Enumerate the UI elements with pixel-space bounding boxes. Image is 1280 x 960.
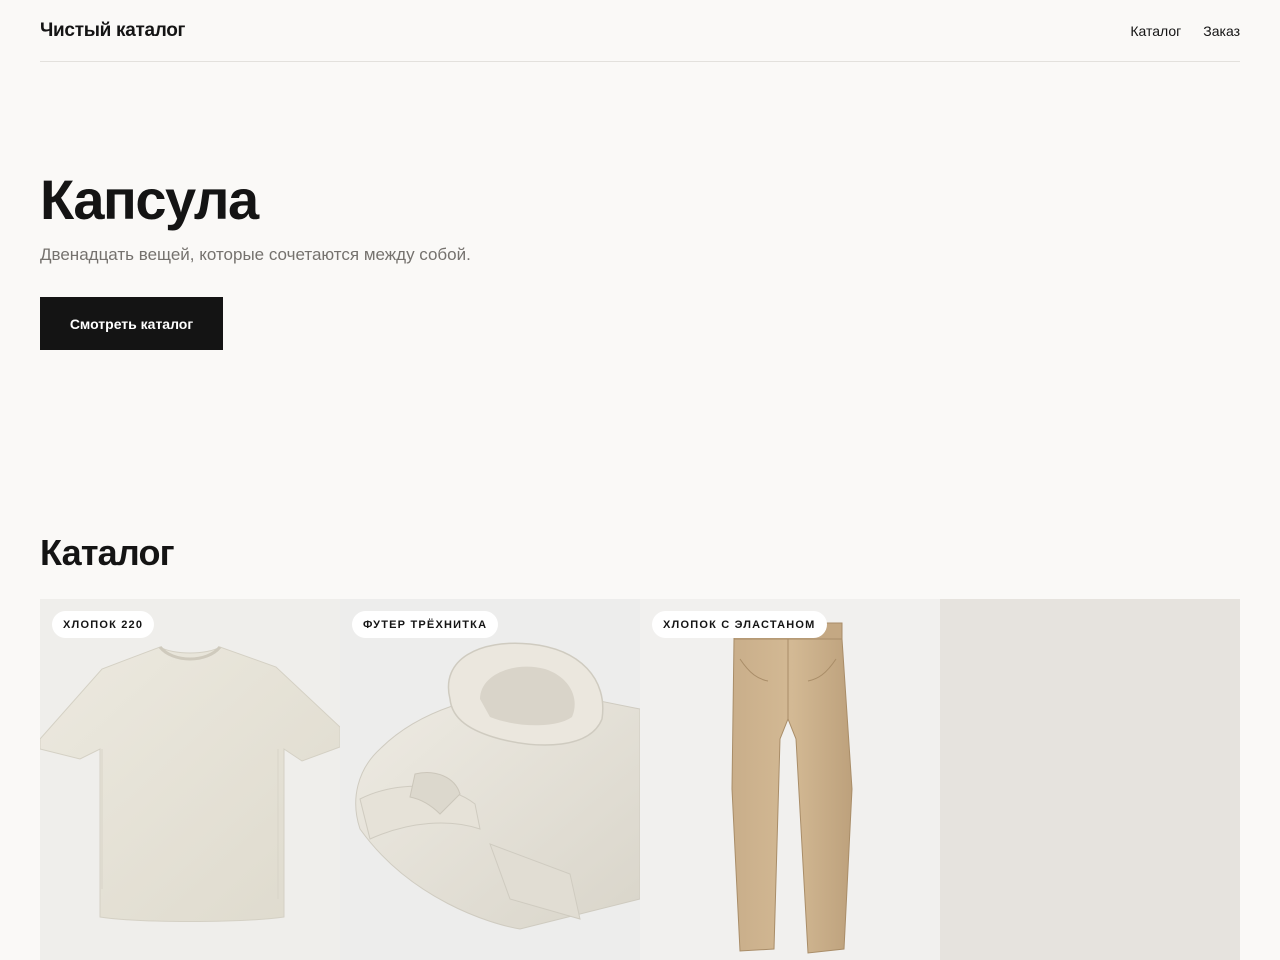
product-tag: ФУТЕР ТРЁХНИТКА [352,611,499,638]
nav-link-order[interactable]: Заказ [1203,23,1240,39]
product-tag: ХЛОПОК 220 [52,611,155,638]
product-tag: ХЛОПОК С ЭЛАСТАНОМ [652,611,827,638]
product-grid: ХЛОПОК 220 ФУТЕР ТРЁХНИТКА ХЛОПОК С ЭЛАС… [40,599,1240,960]
catalog-title: Каталог [40,532,175,573]
product-card-placeholder[interactable] [940,599,1240,960]
product-card[interactable]: ХЛОПОК 220 [40,599,340,960]
product-card[interactable]: ХЛОПОК С ЭЛАСТАНОМ [640,599,940,960]
hero-section: Капсула Двенадцать вещей, которые сочета… [40,165,471,350]
product-card[interactable]: ФУТЕР ТРЁХНИТКА [340,599,640,960]
t-shirt-image [40,645,340,922]
nav-link-catalog[interactable]: Каталог [1130,23,1181,39]
view-catalog-button[interactable]: Смотреть каталог [40,297,223,350]
hero-subtitle: Двенадцать вещей, которые сочетаются меж… [40,245,471,264]
chinos-image [731,622,853,954]
hero-title: Капсула [40,168,259,231]
site-header: Чистый каталог Каталог Заказ [40,0,1240,62]
hoodie-image [355,642,640,930]
brand-logo[interactable]: Чистый каталог [40,20,185,42]
main-nav: Каталог Заказ [1130,23,1240,39]
